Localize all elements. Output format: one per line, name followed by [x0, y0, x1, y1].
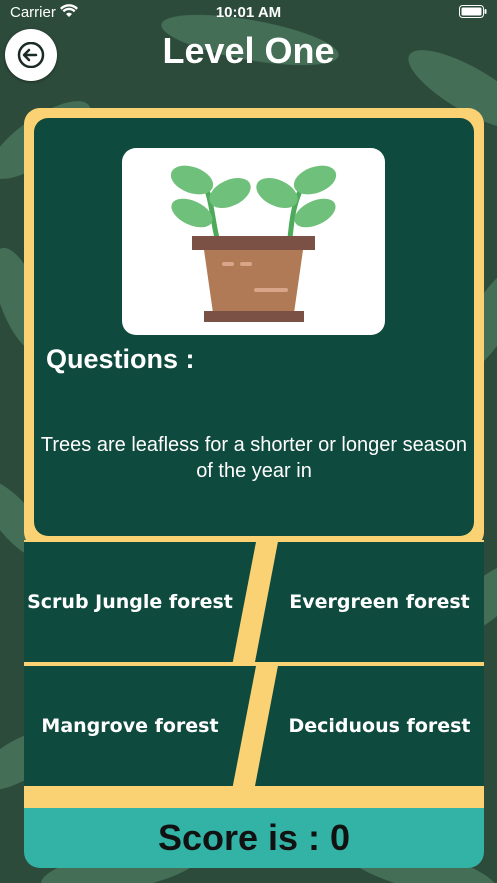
score-divider [24, 786, 484, 810]
answer-option-2[interactable]: Evergreen forest [255, 542, 484, 662]
question-text: Trees are leafless for a shorter or long… [40, 434, 468, 482]
potted-plant-icon [170, 165, 337, 322]
page-title: Level One [162, 30, 335, 71]
answer-option-4[interactable]: Deciduous forest [255, 666, 484, 786]
answer-label: Scrub Jungle forest [27, 591, 233, 613]
question-image [122, 148, 385, 335]
answer-label: Evergreen forest [289, 591, 470, 613]
score-display: Score is : 0 [24, 808, 484, 868]
answer-label: Deciduous forest [288, 715, 471, 737]
questions-heading: Questions : [46, 344, 195, 374]
battery-icon [459, 5, 487, 22]
status-time: 10:01 AM [215, 4, 282, 21]
status-bar: Carrier 10:01 AM [0, 0, 497, 26]
answer-label: Mangrove forest [41, 715, 219, 737]
answer-option-1[interactable]: Scrub Jungle forest [24, 542, 256, 662]
answer-option-3[interactable]: Mangrove forest [24, 666, 256, 786]
